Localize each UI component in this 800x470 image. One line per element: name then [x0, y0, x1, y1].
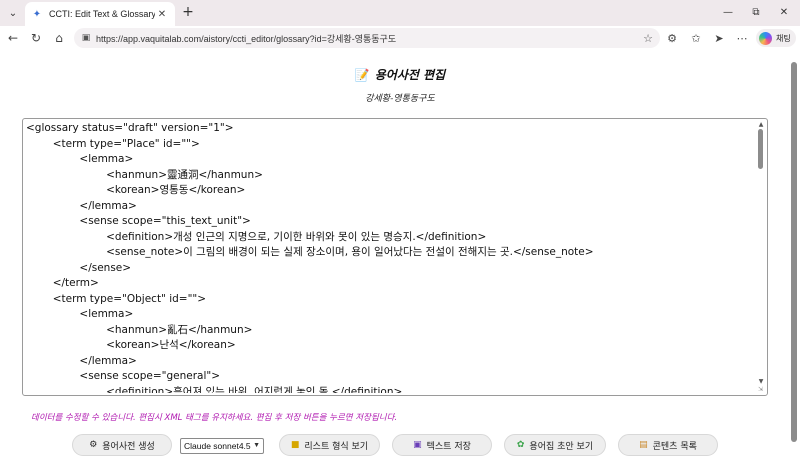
new-tab-plus-icon[interactable]: +: [180, 4, 196, 20]
url-text[interactable]: https://app.vaquitalab.com/aistory/ccti_…: [96, 32, 640, 45]
feather-icon: ✦: [32, 8, 42, 20]
model-select[interactable]: Claude sonnet4.5 ▼: [180, 438, 264, 454]
page-subtitle: 강세황-영통동구도: [365, 94, 435, 104]
page-scrollbar[interactable]: [791, 62, 797, 442]
content-list-label: 콘텐츠 목록: [652, 441, 697, 452]
draft-view-button[interactable]: ✿ 용어집 초안 보기: [504, 434, 606, 456]
more-icon[interactable]: ⋯: [734, 30, 750, 46]
scroll-icon: ▤: [639, 440, 648, 450]
chevron-down-icon: ▼: [253, 442, 260, 449]
navigation-bar: ← ↻ ⌂ ▣ https://app.vaquitalab.com/aisto…: [0, 26, 800, 50]
close-icon[interactable]: ✕: [155, 7, 169, 21]
close-window-icon[interactable]: ✕: [774, 3, 794, 21]
content-list-button[interactable]: ▤ 콘텐츠 목록: [618, 434, 718, 456]
robot-icon: ⚙: [89, 440, 98, 450]
generate-glossary-label: 용어사전 생성: [102, 441, 155, 452]
resize-grip-icon[interactable]: ⇲: [758, 386, 766, 394]
save-text-label: 텍스트 저장: [426, 441, 471, 452]
editor-scroll-thumb[interactable]: [758, 129, 763, 169]
tab-list-chevron-down-icon[interactable]: ⌄: [4, 4, 22, 22]
page-title: 📝 용어사전 편집: [0, 66, 800, 83]
back-arrow-icon[interactable]: ←: [4, 29, 22, 47]
refresh-icon[interactable]: ↻: [27, 29, 45, 47]
note-icon: ■: [290, 440, 300, 450]
page-content: 📝 용어사전 편집 강세황-영통동구도 <glossary status="dr…: [0, 50, 800, 470]
memo-icon: 📝: [354, 67, 370, 82]
tab-title: CCTI: Edit Text & Glossary: [49, 9, 155, 19]
home-icon[interactable]: ⌂: [50, 29, 68, 47]
scroll-up-icon[interactable]: ▲: [757, 120, 765, 128]
minimize-icon[interactable]: —: [718, 3, 738, 21]
floppy-disk-icon: ▣: [413, 440, 422, 450]
copilot-icon: [759, 31, 772, 45]
xml-editor-textarea[interactable]: <glossary status="draft" version="1"> <t…: [22, 118, 768, 396]
star-icon[interactable]: ☆: [640, 30, 656, 46]
edit-hint: 데이터를 수정할 수 있습니다. 편집시 XML 태그를 유지하세요. 편집 후…: [31, 413, 398, 423]
copilot-label: 채팅: [776, 33, 791, 43]
scroll-down-icon[interactable]: ▼: [757, 377, 765, 385]
site-info-icon[interactable]: ▣: [80, 32, 92, 44]
generate-glossary-button[interactable]: ⚙ 용어사전 생성: [72, 434, 172, 456]
list-view-label: 리스트 형식 보기: [304, 441, 369, 452]
action-bar: ⚙ 용어사전 생성 Claude sonnet4.5 ▼ ■ 리스트 형식 보기…: [0, 434, 800, 456]
xml-editor-content[interactable]: <glossary status="draft" version="1"> <t…: [26, 121, 754, 393]
model-select-value: Claude sonnet4.5: [184, 441, 251, 451]
sprout-icon: ✿: [516, 440, 525, 450]
draft-view-label: 용어집 초안 보기: [529, 441, 594, 452]
favorites-icon[interactable]: ✩: [688, 30, 704, 46]
active-tab[interactable]: ✦ CCTI: Edit Text & Glossary ✕: [25, 2, 175, 26]
puzzle-icon[interactable]: ⚙: [664, 30, 680, 46]
save-text-button[interactable]: ▣ 텍스트 저장: [392, 434, 492, 456]
list-view-button[interactable]: ■ 리스트 형식 보기: [279, 434, 380, 456]
restore-icon[interactable]: ⧉: [746, 3, 766, 21]
copilot-chat-button[interactable]: 채팅: [756, 29, 796, 47]
address-bar[interactable]: ▣ https://app.vaquitalab.com/aistory/cct…: [74, 28, 660, 48]
pin-icon[interactable]: ➤: [711, 30, 727, 46]
page-title-text: 용어사전 편집: [374, 68, 446, 82]
tab-strip: ⌄ ✦ CCTI: Edit Text & Glossary ✕ + — ⧉ ✕: [0, 0, 800, 26]
editor-scrollbar[interactable]: ▲ ▼: [755, 119, 767, 395]
